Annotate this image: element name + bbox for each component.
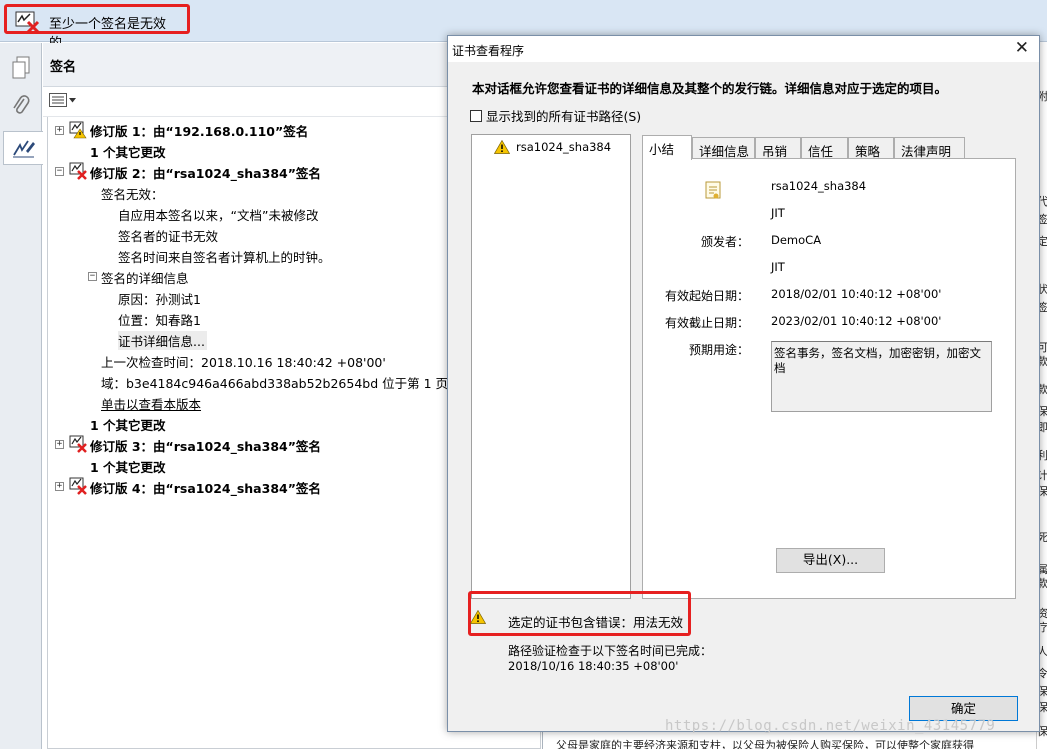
warning-icon [494, 140, 510, 154]
other-changes[interactable]: 1 个其它更改 [90, 142, 166, 161]
certificate-details-link[interactable]: 证书详细信息... [118, 331, 207, 350]
invalid-signature-icon [69, 477, 87, 498]
tab-revocation[interactable]: 吊销 [755, 137, 801, 159]
signature-pen-icon [12, 140, 35, 158]
show-all-paths-checkbox[interactable]: 显示找到的所有证书路径(S) [470, 106, 641, 125]
signatures-button[interactable] [3, 131, 43, 165]
expand-icon[interactable]: + [55, 482, 64, 491]
intended-usage-field[interactable]: 签名事务，签名文档，加密密钥，加密文档 [771, 341, 992, 412]
dialog-title: 证书查看程序 [452, 44, 525, 58]
export-button[interactable]: 导出(X)... [776, 548, 885, 573]
signer-cert-invalid-text: 签名者的证书无效 [118, 229, 219, 244]
invalid-signature-icon [69, 435, 87, 456]
attachments-button[interactable] [4, 89, 38, 123]
revision-2[interactable]: 修订版 2：由“rsa1024_sha384”签名 [90, 163, 321, 182]
valid-to-value: 2023/02/01 10:40:12 +08'00' [771, 314, 942, 328]
document-unmodified-text: 自应用本签名以来，“文档”未被修改 [118, 208, 319, 223]
view-this-version-link[interactable]: 单击以查看本版本 [101, 394, 201, 413]
revision-1[interactable]: 修订版 1：由“192.168.0.110”签名 [90, 121, 308, 140]
subject-name: rsa1024_sha384 [771, 179, 867, 193]
dialog-intro: 本对话框允许您查看证书的详细信息及其整个的发行链。详细信息对应于选定的项目。 [472, 81, 948, 96]
signature-details-node[interactable]: 签名的详细信息 [101, 268, 189, 287]
options-menu-button[interactable] [49, 93, 76, 107]
invalid-signature-icon [69, 162, 87, 183]
expand-icon[interactable]: + [55, 126, 64, 135]
show-all-paths-label: 显示找到的所有证书路径(S) [486, 109, 642, 124]
certificate-error-text: 选定的证书包含错误：用法无效 [508, 615, 684, 630]
navigation-rail [0, 43, 43, 749]
issuer-organization: JIT [771, 260, 785, 274]
tab-policies[interactable]: 策略 [848, 137, 894, 159]
pages-icon [12, 56, 30, 79]
revision-4[interactable]: 修订版 4：由“rsa1024_sha384”签名 [90, 478, 321, 497]
tab-trust[interactable]: 信任 [801, 137, 848, 159]
certificate-path-list: rsa1024_sha384 [471, 134, 631, 599]
document-bottom-text: 父母是家庭的主要经济来源和支柱，以父母为被保险人购买保险，可以使整个家庭获得 [556, 739, 974, 749]
issuer-label: 颁发者： [700, 235, 749, 249]
summary-tab-panel: rsa1024_sha384 JIT 颁发者： DemoCA JIT 有效起始日… [642, 158, 1016, 599]
watermark: https://blog.csdn.net/weixin_43145779 [665, 718, 996, 734]
pages-button[interactable] [4, 51, 38, 85]
field-text: 域：b3e4184c946a466abd338ab52b2654bd 位于第 1… [101, 376, 449, 391]
reason-text: 原因：孙测试1 [118, 292, 201, 307]
certificate-icon [705, 181, 721, 204]
tab-details[interactable]: 详细信息 [692, 137, 755, 159]
warning-icon [469, 609, 487, 627]
location-text: 位置：知春路1 [118, 313, 201, 328]
options-list-icon [49, 93, 67, 107]
collapse-icon[interactable]: − [55, 167, 64, 176]
last-checked-text: 上一次检查时间：2018.10.16 18:40:42 +08'00' [101, 355, 386, 370]
signature-warning-icon [69, 121, 87, 142]
invalid-signature-icon [15, 11, 41, 36]
close-icon[interactable]: ✕ [1015, 38, 1029, 58]
tab-summary[interactable]: 小结 [642, 135, 692, 160]
other-changes[interactable]: 1 个其它更改 [90, 457, 166, 476]
revision-3[interactable]: 修订版 3：由“rsa1024_sha384”签名 [90, 436, 321, 455]
signing-time-text: 签名时间来自签名者计算机上的时钟。 [118, 250, 331, 265]
tab-legal-notice[interactable]: 法律声明 [894, 137, 965, 159]
expand-icon[interactable]: + [55, 440, 64, 449]
checkbox-box[interactable] [470, 109, 482, 122]
valid-from-value: 2018/02/01 10:40:12 +08'00' [771, 287, 942, 301]
subject-organization: JIT [771, 206, 785, 220]
other-changes[interactable]: 1 个其它更改 [90, 415, 166, 434]
intended-usage-label: 预期用途： [688, 343, 749, 357]
invalid-signature-warning[interactable]: 至少一个签名是无效的。 [4, 4, 190, 51]
certificate-path-item[interactable]: rsa1024_sha384 [494, 140, 611, 154]
chevron-down-icon [69, 97, 76, 102]
verification-time: 2018/10/16 18:40:35 +08'00' [508, 659, 679, 673]
certificate-path-item-label: rsa1024_sha384 [516, 140, 612, 154]
valid-to-label: 有效截止日期： [664, 316, 749, 330]
certificate-viewer-dialog: 证书查看程序 ✕ 本对话框允许您查看证书的详细信息及其整个的发行链。详细信息对应… [447, 35, 1040, 732]
collapse-icon[interactable]: − [88, 272, 97, 281]
paperclip-icon [13, 95, 30, 114]
issuer-name: DemoCA [771, 233, 822, 247]
signature-invalid-label: 签名无效： [101, 187, 164, 202]
panel-title: 签名 [50, 60, 77, 75]
dialog-titlebar: 证书查看程序 ✕ [448, 36, 1039, 62]
verification-label: 路径验证检查于以下签名时间已完成： [508, 644, 713, 658]
valid-from-label: 有效起始日期： [664, 289, 749, 303]
